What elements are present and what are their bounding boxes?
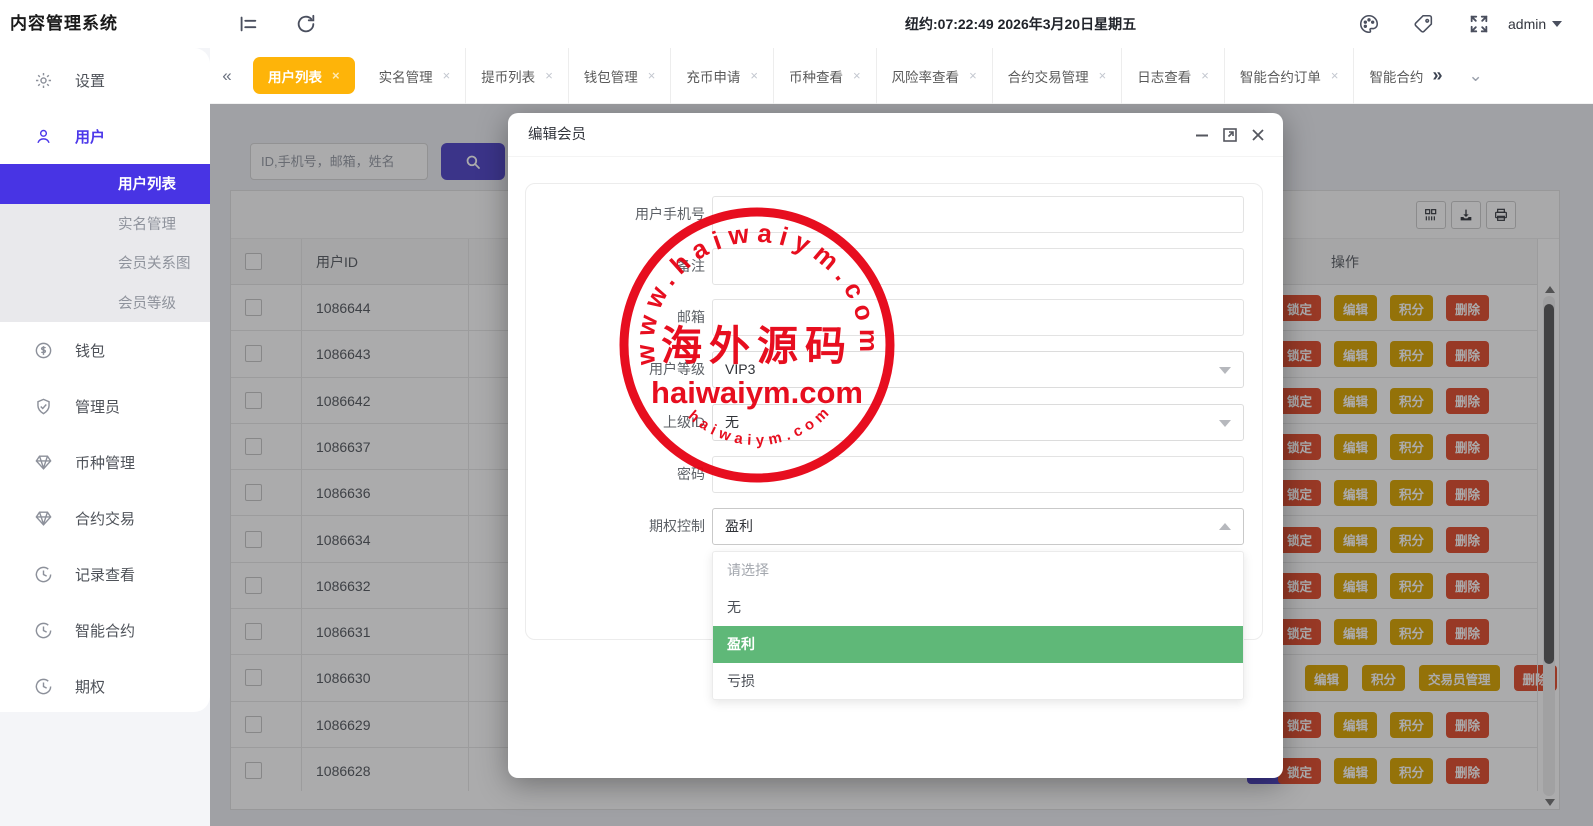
close-icon[interactable]: × — [1099, 68, 1107, 83]
sidebar-item-wallet[interactable]: 钱包 — [0, 322, 210, 378]
sidebar-item-settings[interactable]: 设置 — [0, 52, 210, 108]
clock-icon — [35, 622, 52, 638]
sidebar-subitem-user-list[interactable]: 用户列表 — [0, 164, 210, 204]
level-label: 用户等级 — [649, 361, 705, 377]
dropdown-option[interactable]: 亏损 — [713, 663, 1243, 700]
sidebar-subitem-relation-map[interactable]: 会员关系图 — [0, 243, 210, 283]
gear-icon — [35, 72, 52, 88]
shield-check-icon — [37, 398, 50, 414]
sidebar-item-users[interactable]: 用户 — [0, 108, 210, 164]
user-icon — [37, 129, 50, 143]
minimize-icon[interactable] — [1193, 126, 1211, 144]
phone-input[interactable] — [712, 196, 1244, 233]
close-icon[interactable]: × — [332, 68, 340, 83]
close-icon[interactable]: × — [1331, 68, 1339, 83]
fullscreen-icon[interactable] — [1468, 13, 1490, 35]
maximize-icon[interactable] — [1221, 126, 1239, 144]
close-icon[interactable]: × — [443, 68, 451, 83]
level-select[interactable]: VIP3 — [712, 351, 1244, 388]
parent-id-label: 上级ID — [663, 414, 705, 430]
remark-label: 备注 — [677, 258, 705, 274]
edit-member-modal: 编辑会员 用户手机号 备注 邮箱 用户等级 VIP3 上级ID 无 密码 期权控… — [508, 113, 1283, 778]
remark-input[interactable] — [712, 248, 1244, 285]
refresh-icon[interactable] — [295, 13, 317, 35]
palette-icon[interactable] — [1358, 13, 1380, 35]
close-icon[interactable]: × — [545, 68, 553, 83]
sidebar-item-admins[interactable]: 管理员 — [0, 378, 210, 434]
top-header: 内容管理系统 纽约:07:22:49 2026年3月20日星期五 admin — [0, 0, 1593, 48]
option-control-dropdown: 请选择 无 盈利 亏损 — [712, 551, 1244, 700]
tab-coin-view[interactable]: 币种查看 × — [774, 47, 877, 104]
dropdown-option-selected[interactable]: 盈利 — [713, 626, 1243, 663]
chevron-up-icon — [1219, 523, 1231, 530]
tab-smart-contract[interactable]: 智能合约 — [1354, 48, 1430, 104]
dropdown-option[interactable]: 无 — [713, 589, 1243, 626]
tab-contract-trade[interactable]: 合约交易管理 × — [993, 47, 1123, 104]
gem-icon — [35, 454, 52, 470]
tabs-container: 用户列表 × 实名管理 × 提币列表 × 钱包管理 × 充币申请 × 币种查看 … — [244, 47, 1430, 104]
tab-user-list[interactable]: 用户列表 × — [253, 57, 355, 94]
password-label: 密码 — [677, 466, 705, 482]
sidebar-item-coin-manage[interactable]: 币种管理 — [0, 434, 210, 490]
phone-label: 用户手机号 — [635, 206, 705, 222]
screen: 内容管理系统 纽约:07:22:49 2026年3月20日星期五 admin «… — [0, 0, 1593, 826]
app-title: 内容管理系统 — [10, 14, 118, 33]
admin-username: admin — [1508, 16, 1547, 32]
datetime-text: 纽约:07:22:49 2026年3月20日星期五 — [905, 16, 1137, 32]
sidebar-item-records[interactable]: 记录查看 — [0, 546, 210, 602]
tab-strip: « 用户列表 × 实名管理 × 提币列表 × 钱包管理 × 充币申请 × 币种查… — [210, 47, 1593, 104]
sidebar-item-options[interactable]: 期权 — [0, 658, 210, 714]
tab-withdraw-list[interactable]: 提币列表 × — [466, 47, 569, 104]
coin-icon — [35, 342, 52, 358]
close-icon[interactable]: × — [1201, 68, 1209, 83]
chevron-down-icon — [1552, 21, 1563, 27]
tag-icon[interactable] — [1413, 13, 1435, 35]
close-icon[interactable]: × — [750, 68, 758, 83]
option-control-label: 期权控制 — [649, 518, 705, 534]
option-control-select[interactable]: 盈利 — [712, 508, 1244, 545]
close-icon[interactable]: × — [648, 68, 656, 83]
tabs-scroll-left-icon[interactable]: « — [210, 66, 244, 86]
sidebar-item-contract-trade[interactable]: 合约交易 — [0, 490, 210, 546]
close-icon[interactable] — [1249, 126, 1267, 144]
sidebar: 设置 用户 用户列表 实名管理 会员关系图 会员等级 钱包 管理员 币种管理 合… — [0, 48, 210, 712]
tab-logs[interactable]: 日志查看 × — [1122, 47, 1225, 104]
tab-realname[interactable]: 实名管理 × — [364, 47, 467, 104]
sidebar-subitem-realname[interactable]: 实名管理 — [0, 204, 210, 244]
chevron-down-icon — [1219, 420, 1231, 427]
clock-icon — [35, 566, 52, 582]
chevron-down-icon — [1219, 367, 1231, 374]
gem-icon — [35, 510, 52, 526]
tabs-scroll-right-icon[interactable]: » — [1432, 65, 1442, 86]
sidebar-submenu-users: 用户列表 实名管理 会员关系图 会员等级 — [0, 164, 210, 322]
sidebar-subitem-member-level[interactable]: 会员等级 — [0, 283, 210, 323]
email-input[interactable] — [712, 299, 1244, 336]
tabs-menu-icon[interactable]: ⌄ — [1468, 66, 1482, 86]
clock-icon — [35, 678, 52, 694]
parent-id-select[interactable]: 无 — [712, 404, 1244, 441]
tab-deposit[interactable]: 充币申请 × — [671, 47, 774, 104]
tab-risk[interactable]: 风险率查看 × — [877, 47, 993, 104]
admin-menu[interactable]: admin — [1508, 0, 1563, 48]
dropdown-option[interactable]: 请选择 — [713, 552, 1243, 589]
collapse-menu-icon[interactable] — [237, 13, 259, 35]
email-label: 邮箱 — [677, 309, 705, 325]
sidebar-item-smart-contract[interactable]: 智能合约 — [0, 602, 210, 658]
close-icon[interactable]: × — [969, 68, 977, 83]
close-icon[interactable]: × — [853, 68, 861, 83]
password-input[interactable] — [712, 456, 1244, 493]
tab-wallet[interactable]: 钱包管理 × — [569, 47, 672, 104]
modal-title: 编辑会员 — [508, 113, 1283, 157]
tab-smart-contract-orders[interactable]: 智能合约订单 × — [1225, 47, 1355, 104]
